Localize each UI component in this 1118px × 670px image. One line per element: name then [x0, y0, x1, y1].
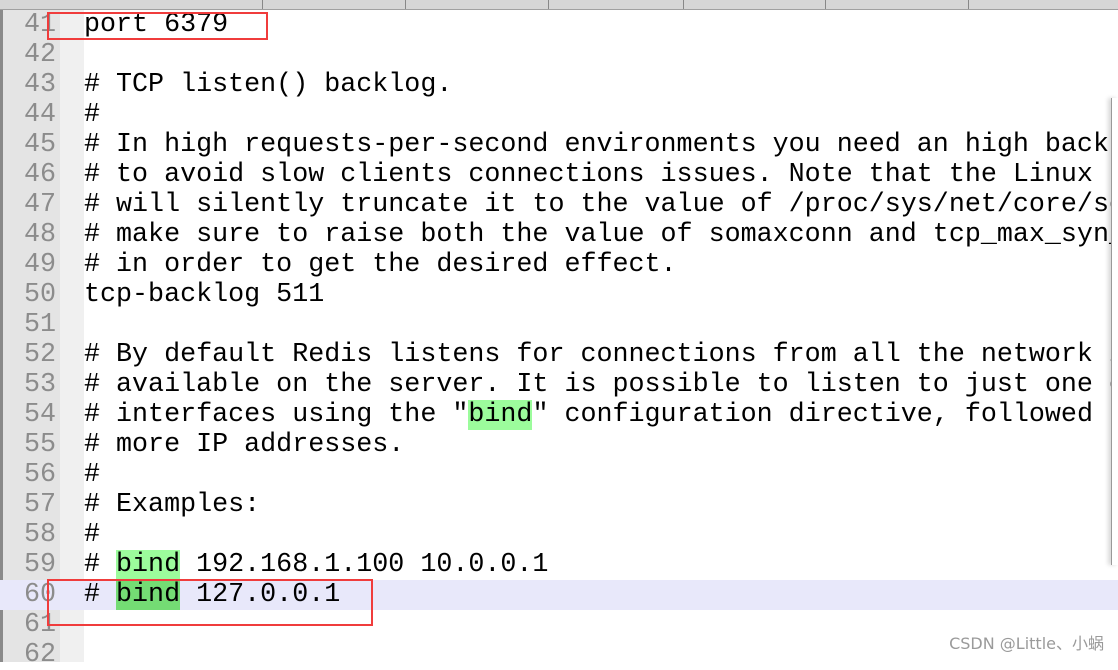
line-number: 49 [23, 250, 56, 280]
line-number: 44 [23, 100, 56, 130]
line-text: # more IP addresses. [84, 430, 404, 460]
code-segment: # TCP listen() backlog. [84, 70, 453, 100]
code-line[interactable]: 47 # will silently truncate it to the val… [0, 190, 1118, 220]
line-text: tcp-backlog 511 [84, 280, 324, 310]
line-number: 57 [23, 490, 56, 520]
code-segment: " configuration directive, followed b [532, 400, 1118, 430]
line-text: # bind 192.168.1.100 10.0.0.1 [84, 550, 548, 580]
line-text: # In high requests-per-second environmen… [84, 130, 1109, 160]
code-segment: # more IP addresses. [84, 430, 405, 460]
line-text: # make sure to raise both the value of s… [84, 220, 1118, 250]
code-segment: # make sure to raise both the value of s… [84, 220, 1118, 250]
code-line[interactable]: 55 # more IP addresses. [0, 430, 1118, 460]
line-number: 54 [23, 400, 56, 430]
code-line[interactable]: 56 # [0, 460, 1118, 490]
code-line[interactable]: 52 # By default Redis listens for connect… [0, 340, 1118, 370]
line-number: 43 [23, 70, 56, 100]
code-line[interactable]: 57 # Examples: [0, 490, 1118, 520]
code-segment: # [84, 460, 101, 490]
line-text: # [84, 460, 100, 490]
line-number: 46 [23, 160, 56, 190]
tab-bar [0, 0, 1118, 10]
tab-separator [262, 0, 263, 9]
tab-separator [683, 0, 684, 9]
line-number: 62 [23, 640, 56, 670]
code-line[interactable]: 49 # in order to get the desired effect. [0, 250, 1118, 280]
line-text: # to avoid slow clients connections issu… [84, 160, 1118, 190]
code-line[interactable]: 43 # TCP listen() backlog. [0, 70, 1118, 100]
tab-separator [968, 0, 969, 9]
code-segment: # will silently truncate it to the value… [84, 190, 1118, 220]
code-line[interactable]: 53 # available on the server. It is possi… [0, 370, 1118, 400]
code-line[interactable]: 58 # [0, 520, 1118, 550]
search-match-highlight: bind [468, 400, 533, 430]
code-line[interactable]: 50 tcp-backlog 511 [0, 280, 1118, 310]
line-number: 58 [23, 520, 56, 550]
line-number: 47 [23, 190, 56, 220]
watermark: CSDN @Little、小蜗 [949, 634, 1104, 653]
tab-separator [405, 0, 406, 9]
code-line[interactable]: 48 # make sure to raise both the value of… [0, 220, 1118, 250]
search-match-highlight: bind [116, 550, 181, 580]
tab-separator [548, 0, 549, 9]
line-number: 50 [23, 280, 56, 310]
line-number: 52 [23, 340, 56, 370]
line-text: # TCP listen() backlog. [84, 70, 452, 100]
code-segment: # [84, 520, 101, 550]
code-segment: # [84, 550, 117, 580]
code-segment: # [84, 100, 101, 130]
line-text: # By default Redis listens for connectio… [84, 340, 1118, 370]
line-number: 51 [23, 310, 56, 340]
code-segment: 192.168.1.100 10.0.0.1 [180, 550, 549, 580]
code-segment: # By default Redis listens for connectio… [84, 340, 1118, 370]
code-line[interactable]: 54 # interfaces using the "bind" configur… [0, 400, 1118, 430]
line-text: # Examples: [84, 490, 260, 520]
code-segment: # interfaces using the " [84, 400, 469, 430]
line-number: 42 [23, 40, 56, 70]
side-panel[interactable] [1111, 98, 1118, 565]
line-text: # [84, 520, 100, 550]
code-segment: # available on the server. It is possibl… [84, 370, 1118, 400]
line-number: 56 [23, 460, 56, 490]
code-segment: # In high requests-per-second environmen… [84, 130, 1109, 160]
line-text: # will silently truncate it to the value… [84, 190, 1118, 220]
line-number: 55 [23, 430, 56, 460]
code-line[interactable]: 44 # [0, 100, 1118, 130]
line-number: 59 [23, 550, 56, 580]
line-number: 45 [23, 130, 56, 160]
code-line[interactable]: 45 # In high requests-per-second environm… [0, 130, 1118, 160]
line-text: # interfaces using the "bind" configurat… [84, 400, 1118, 430]
code-line[interactable]: 51 [0, 310, 1118, 340]
code-segment: # in order to get the desired effect. [84, 250, 677, 280]
line-text: # in order to get the desired effect. [84, 250, 677, 280]
code-segment: tcp-backlog 511 [84, 280, 325, 310]
annotation-box-port [47, 12, 268, 40]
line-number: 53 [23, 370, 56, 400]
line-text: # available on the server. It is possibl… [84, 370, 1118, 400]
code-editor[interactable]: 41 port 6379 42 43 # TCP listen() backlog. 44… [0, 10, 1118, 670]
line-number: 48 [23, 220, 56, 250]
code-line[interactable]: 46 # to avoid slow clients connections is… [0, 160, 1118, 190]
line-text: # [84, 100, 100, 130]
code-segment: # to avoid slow clients connections issu… [84, 160, 1118, 190]
annotation-box-bind [47, 579, 373, 626]
code-line[interactable]: 59 # bind 192.168.1.100 10.0.0.1 [0, 550, 1118, 580]
tab-separator [825, 0, 826, 9]
code-segment: # Examples: [84, 490, 261, 520]
code-line[interactable]: 42 [0, 40, 1118, 70]
